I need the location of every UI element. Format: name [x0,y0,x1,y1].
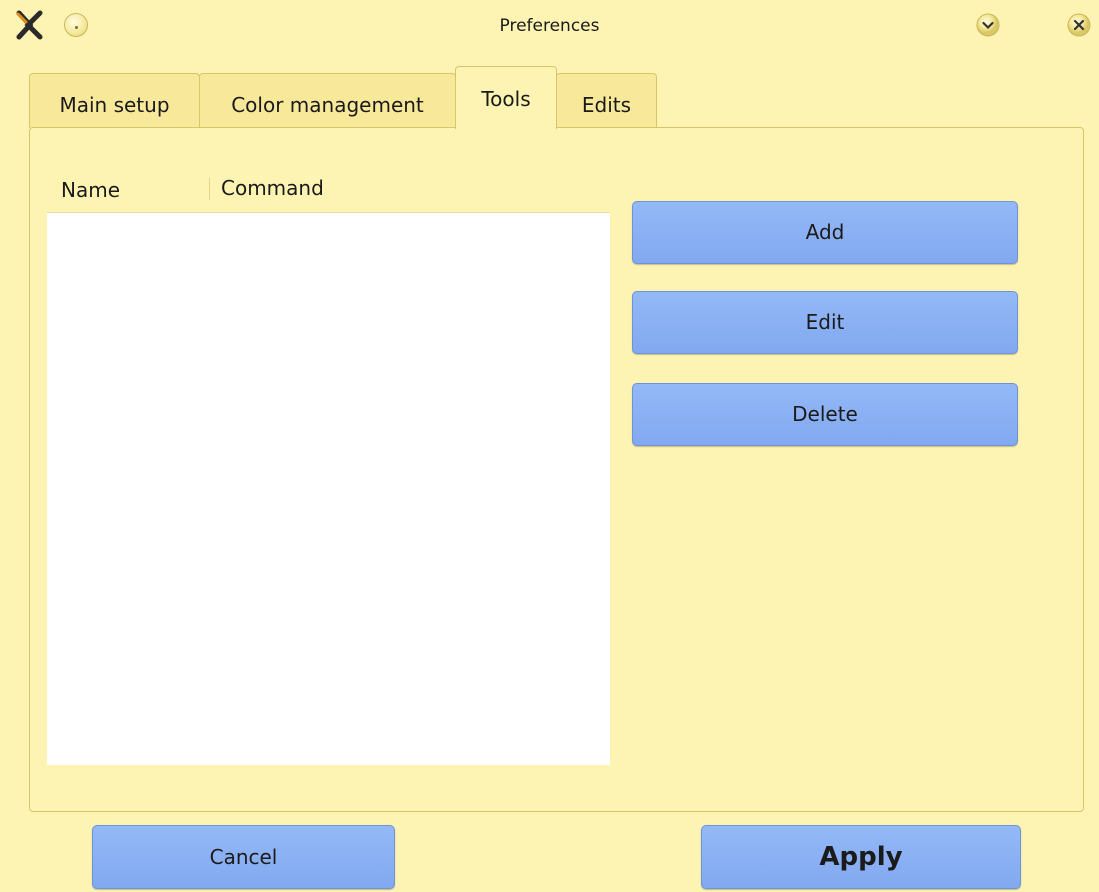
add-button[interactable]: Add [632,201,1018,264]
column-header-name[interactable]: Name [61,178,120,202]
delete-button[interactable]: Delete [632,383,1018,446]
cancel-button[interactable]: Cancel [92,825,395,889]
column-divider[interactable] [209,178,210,200]
edit-button[interactable]: Edit [632,291,1018,354]
tab-label: Tools [481,87,531,111]
tab-main-setup[interactable]: Main setup [29,73,200,128]
tab-label: Main setup [59,93,170,117]
tab-label: Edits [581,93,632,117]
column-header-command[interactable]: Command [221,176,324,200]
tab-bar: Main setup Color management Tools Edits [29,66,729,129]
close-icon[interactable] [1067,13,1091,37]
title-bar: Preferences [0,0,1099,50]
apply-button[interactable]: Apply [701,825,1021,889]
tools-list-header: Name Command [47,166,610,215]
tab-edits[interactable]: Edits [556,73,657,128]
tab-label: Color management [231,93,424,117]
tools-list[interactable] [47,213,610,765]
window-title: Preferences [499,16,600,36]
tab-tools[interactable]: Tools [455,66,557,129]
tab-color-management[interactable]: Color management [199,73,456,128]
chevron-down-icon[interactable] [976,13,1000,37]
